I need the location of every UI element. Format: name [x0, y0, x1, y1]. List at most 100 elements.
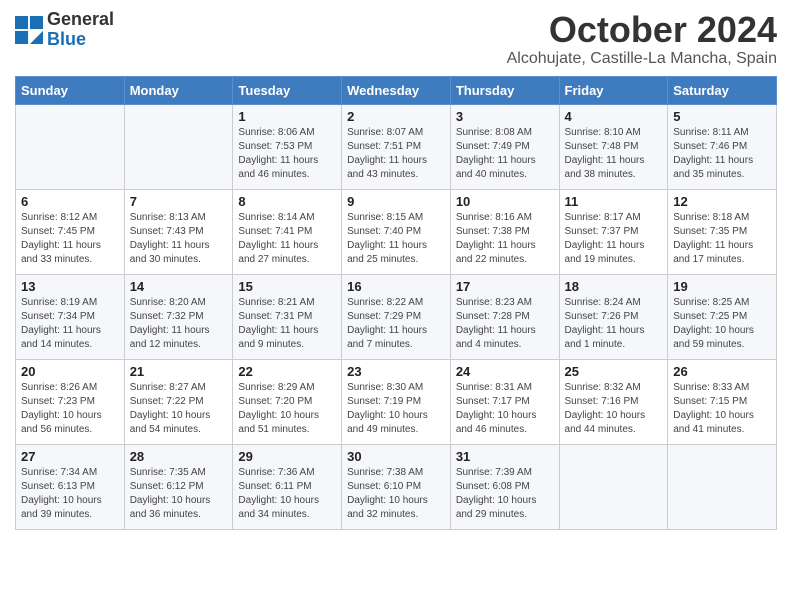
logo-icon	[15, 16, 43, 44]
day-number: 23	[347, 364, 445, 379]
day-number: 9	[347, 194, 445, 209]
calendar-cell: 18Sunrise: 8:24 AM Sunset: 7:26 PM Dayli…	[559, 274, 668, 359]
week-row-4: 20 Sunrise: 8:26 AM Sunset: 7:23 PM Dayli…	[16, 359, 777, 444]
calendar-cell: 30 Sunrise: 7:38 AM Sunset: 6:10 PM Dayli…	[342, 444, 451, 529]
calendar-cell	[668, 444, 777, 529]
day-info: Sunrise: 8:29 AM Sunset: 7:20 PM Dayligh…	[238, 381, 336, 437]
logo-general: General Blue	[47, 10, 114, 50]
calendar-cell: 28Sunrise: 7:35 AM Sunset: 6:12 PM Dayli…	[124, 444, 233, 529]
calendar-cell: 2 Sunrise: 8:07 AM Sunset: 7:51 PM Daylig…	[342, 104, 451, 189]
day-info: Sunrise: 8:16 AM Sunset: 7:38 PM Dayligh…	[456, 211, 554, 267]
calendar-cell: 23 Sunrise: 8:30 AM Sunset: 7:19 PM Dayli…	[342, 359, 451, 444]
day-number: 2	[347, 109, 445, 124]
day-number: 18	[565, 279, 663, 294]
calendar-cell: 20 Sunrise: 8:26 AM Sunset: 7:23 PM Dayli…	[16, 359, 125, 444]
week-row-2: 6Sunrise: 8:12 AM Sunset: 7:45 PM Daylig…	[16, 189, 777, 274]
title-location: Alcohujate, Castille-La Mancha, Spain	[507, 50, 777, 68]
title-block: October 2024 Alcohujate, Castille-La Man…	[507, 10, 777, 68]
day-number: 11	[565, 194, 663, 209]
calendar-cell: 19 Sunrise: 8:25 AM Sunset: 7:25 PM Dayli…	[668, 274, 777, 359]
calendar-cell: 5 Sunrise: 8:11 AM Sunset: 7:46 PM Daylig…	[668, 104, 777, 189]
col-wednesday: Wednesday	[342, 76, 451, 104]
calendar-body: 1 Sunrise: 8:06 AM Sunset: 7:53 PM Daylig…	[16, 104, 777, 529]
col-thursday: Thursday	[450, 76, 559, 104]
calendar-cell: 3 Sunrise: 8:08 AM Sunset: 7:49 PM Daylig…	[450, 104, 559, 189]
calendar-cell: 10Sunrise: 8:16 AM Sunset: 7:38 PM Dayli…	[450, 189, 559, 274]
day-info: Sunrise: 8:26 AM Sunset: 7:23 PM Dayligh…	[21, 381, 119, 437]
calendar-cell	[124, 104, 233, 189]
day-number: 30	[347, 449, 445, 464]
day-info: Sunrise: 8:14 AM Sunset: 7:41 PM Dayligh…	[238, 211, 336, 267]
header: General Blue October 2024 Alcohujate, Ca…	[15, 10, 777, 68]
calendar-cell: 11 Sunrise: 8:17 AM Sunset: 7:37 PM Dayli…	[559, 189, 668, 274]
calendar-cell: 29 Sunrise: 7:36 AM Sunset: 6:11 PM Dayli…	[233, 444, 342, 529]
day-info: Sunrise: 8:11 AM Sunset: 7:46 PM Dayligh…	[673, 126, 771, 182]
day-number: 31	[456, 449, 554, 464]
day-number: 19	[673, 279, 771, 294]
day-info: Sunrise: 8:17 AM Sunset: 7:37 PM Dayligh…	[565, 211, 663, 267]
day-number: 3	[456, 109, 554, 124]
calendar-cell: 1 Sunrise: 8:06 AM Sunset: 7:53 PM Daylig…	[233, 104, 342, 189]
day-number: 1	[238, 109, 336, 124]
day-number: 8	[238, 194, 336, 209]
day-number: 17	[456, 279, 554, 294]
day-info: Sunrise: 8:33 AM Sunset: 7:15 PM Dayligh…	[673, 381, 771, 437]
day-number: 14	[130, 279, 228, 294]
day-number: 12	[673, 194, 771, 209]
calendar-cell: 14Sunrise: 8:20 AM Sunset: 7:32 PM Dayli…	[124, 274, 233, 359]
day-number: 28	[130, 449, 228, 464]
day-info: Sunrise: 8:27 AM Sunset: 7:22 PM Dayligh…	[130, 381, 228, 437]
col-saturday: Saturday	[668, 76, 777, 104]
day-info: Sunrise: 8:12 AM Sunset: 7:45 PM Dayligh…	[21, 211, 119, 267]
calendar-cell: 17 Sunrise: 8:23 AM Sunset: 7:28 PM Dayli…	[450, 274, 559, 359]
calendar-cell: 31 Sunrise: 7:39 AM Sunset: 6:08 PM Dayli…	[450, 444, 559, 529]
calendar-cell: 8 Sunrise: 8:14 AM Sunset: 7:41 PM Daylig…	[233, 189, 342, 274]
day-info: Sunrise: 7:38 AM Sunset: 6:10 PM Dayligh…	[347, 466, 445, 522]
calendar-cell: 22 Sunrise: 8:29 AM Sunset: 7:20 PM Dayli…	[233, 359, 342, 444]
calendar-cell: 15 Sunrise: 8:21 AM Sunset: 7:31 PM Dayli…	[233, 274, 342, 359]
day-info: Sunrise: 8:18 AM Sunset: 7:35 PM Dayligh…	[673, 211, 771, 267]
day-info: Sunrise: 8:21 AM Sunset: 7:31 PM Dayligh…	[238, 296, 336, 352]
day-info: Sunrise: 8:30 AM Sunset: 7:19 PM Dayligh…	[347, 381, 445, 437]
week-row-3: 13 Sunrise: 8:19 AM Sunset: 7:34 PM Dayli…	[16, 274, 777, 359]
day-info: Sunrise: 8:08 AM Sunset: 7:49 PM Dayligh…	[456, 126, 554, 182]
week-row-1: 1 Sunrise: 8:06 AM Sunset: 7:53 PM Daylig…	[16, 104, 777, 189]
day-number: 27	[21, 449, 119, 464]
calendar-cell: 4Sunrise: 8:10 AM Sunset: 7:48 PM Daylig…	[559, 104, 668, 189]
day-info: Sunrise: 7:39 AM Sunset: 6:08 PM Dayligh…	[456, 466, 554, 522]
day-info: Sunrise: 8:25 AM Sunset: 7:25 PM Dayligh…	[673, 296, 771, 352]
day-info: Sunrise: 8:13 AM Sunset: 7:43 PM Dayligh…	[130, 211, 228, 267]
day-number: 13	[21, 279, 119, 294]
calendar-cell: 16Sunrise: 8:22 AM Sunset: 7:29 PM Dayli…	[342, 274, 451, 359]
logo: General Blue	[15, 10, 114, 50]
calendar-cell: 25Sunrise: 8:32 AM Sunset: 7:16 PM Dayli…	[559, 359, 668, 444]
day-number: 22	[238, 364, 336, 379]
header-row: Sunday Monday Tuesday Wednesday Thursday…	[16, 76, 777, 104]
col-sunday: Sunday	[16, 76, 125, 104]
calendar-cell: 13 Sunrise: 8:19 AM Sunset: 7:34 PM Dayli…	[16, 274, 125, 359]
calendar-cell: 26Sunrise: 8:33 AM Sunset: 7:15 PM Dayli…	[668, 359, 777, 444]
week-row-5: 27 Sunrise: 7:34 AM Sunset: 6:13 PM Dayli…	[16, 444, 777, 529]
calendar-cell	[16, 104, 125, 189]
day-info: Sunrise: 8:06 AM Sunset: 7:53 PM Dayligh…	[238, 126, 336, 182]
calendar-cell: 12 Sunrise: 8:18 AM Sunset: 7:35 PM Dayli…	[668, 189, 777, 274]
day-number: 29	[238, 449, 336, 464]
day-number: 5	[673, 109, 771, 124]
calendar-cell: 27 Sunrise: 7:34 AM Sunset: 6:13 PM Dayli…	[16, 444, 125, 529]
page: General Blue October 2024 Alcohujate, Ca…	[0, 0, 792, 545]
day-info: Sunrise: 8:19 AM Sunset: 7:34 PM Dayligh…	[21, 296, 119, 352]
day-info: Sunrise: 8:23 AM Sunset: 7:28 PM Dayligh…	[456, 296, 554, 352]
day-number: 15	[238, 279, 336, 294]
day-info: Sunrise: 7:34 AM Sunset: 6:13 PM Dayligh…	[21, 466, 119, 522]
calendar-table: Sunday Monday Tuesday Wednesday Thursday…	[15, 76, 777, 530]
calendar-cell: 21Sunrise: 8:27 AM Sunset: 7:22 PM Dayli…	[124, 359, 233, 444]
day-info: Sunrise: 8:07 AM Sunset: 7:51 PM Dayligh…	[347, 126, 445, 182]
day-info: Sunrise: 8:32 AM Sunset: 7:16 PM Dayligh…	[565, 381, 663, 437]
col-monday: Monday	[124, 76, 233, 104]
day-number: 20	[21, 364, 119, 379]
calendar-cell: 7 Sunrise: 8:13 AM Sunset: 7:43 PM Daylig…	[124, 189, 233, 274]
day-info: Sunrise: 8:10 AM Sunset: 7:48 PM Dayligh…	[565, 126, 663, 182]
day-info: Sunrise: 7:36 AM Sunset: 6:11 PM Dayligh…	[238, 466, 336, 522]
calendar-cell: 6Sunrise: 8:12 AM Sunset: 7:45 PM Daylig…	[16, 189, 125, 274]
day-number: 7	[130, 194, 228, 209]
